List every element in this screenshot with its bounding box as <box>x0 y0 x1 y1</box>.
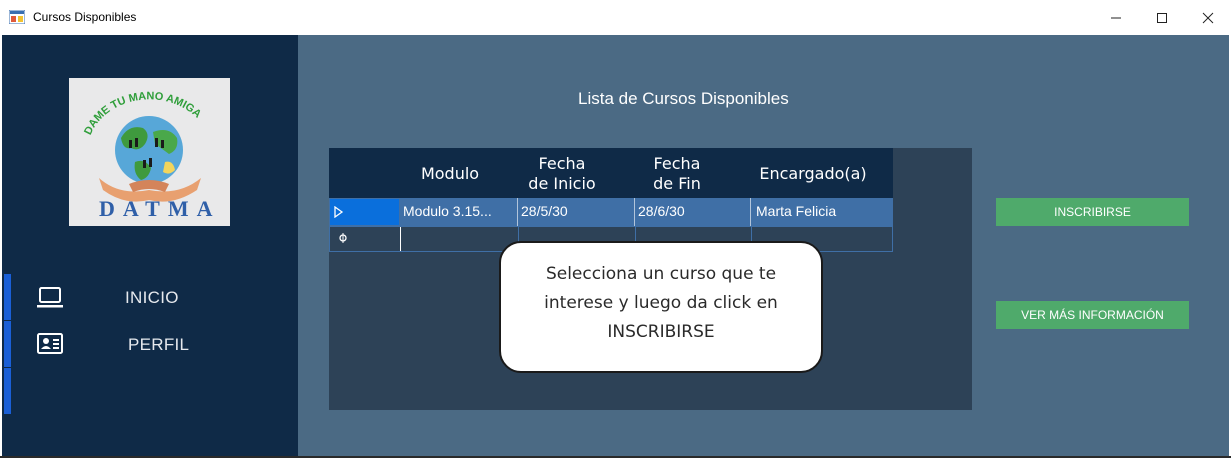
sidebar-item-inicio[interactable]: INICIO <box>2 274 298 320</box>
sidebar: DAME TU MANO AMIGA DATMA INICIO PERFIL <box>2 35 298 456</box>
enroll-button[interactable]: INSCRIBIRSE <box>996 198 1189 226</box>
logo-graphic: DAME TU MANO AMIGA DATMA <box>82 90 220 221</box>
client-area: DAME TU MANO AMIGA DATMA INICIO PERFIL L… <box>2 35 1229 456</box>
nav-accent-bar <box>4 368 11 414</box>
sidebar-item-perfil[interactable]: PERFIL <box>2 321 298 367</box>
more-info-button[interactable]: VER MÁS INFORMACIÓN <box>996 301 1189 329</box>
column-header-fecha-fin[interactable]: Fecha de Fin <box>630 154 724 194</box>
column-header-fecha-inicio[interactable]: Fecha de Inicio <box>513 154 611 194</box>
column-header-modulo[interactable]: Modulo <box>401 164 499 184</box>
row-header-new[interactable] <box>330 227 401 251</box>
column-header-encargado[interactable]: Encargado(a) <box>733 164 893 184</box>
maximize-button[interactable] <box>1139 0 1185 35</box>
new-row-icon <box>339 233 347 243</box>
datma-logo: DAME TU MANO AMIGA DATMA <box>69 78 230 226</box>
sidebar-item-blank[interactable] <box>2 368 298 414</box>
nav-accent-bar <box>4 321 11 367</box>
logo-bottom-text: DATMA <box>99 196 220 221</box>
window-title: Cursos Disponibles <box>33 10 137 24</box>
minimize-button[interactable] <box>1093 0 1139 35</box>
cell-fecha-inicio[interactable]: 28/5/30 <box>521 198 629 226</box>
title-bar: Cursos Disponibles <box>0 0 1231 35</box>
close-icon <box>1202 12 1214 23</box>
app-icon <box>9 10 25 24</box>
laptop-icon <box>37 287 63 308</box>
close-button[interactable] <box>1185 0 1231 35</box>
minimize-icon <box>1111 17 1121 18</box>
table-row[interactable]: Modulo 3.15... 28/5/30 28/6/30 Marta Fel… <box>329 198 893 226</box>
row-header-selected[interactable] <box>330 199 399 225</box>
cell-modulo[interactable]: Modulo 3.15... <box>403 198 515 226</box>
cell-fecha-fin[interactable]: 28/6/30 <box>638 198 738 226</box>
cell-encargado[interactable]: Marta Felicia <box>756 198 891 226</box>
page-title: Lista de Cursos Disponibles <box>578 89 789 108</box>
nav-accent-bar <box>4 274 11 320</box>
id-card-icon <box>37 333 63 354</box>
maximize-icon <box>1157 12 1167 23</box>
grid-header: Modulo Fecha de Inicio Fecha de Fin Enca… <box>329 148 893 198</box>
instruction-tooltip: Selecciona un curso que te interese y lu… <box>499 241 823 373</box>
sidebar-item-label: INICIO <box>125 288 179 307</box>
current-row-arrow-icon <box>334 206 344 218</box>
sidebar-item-label: PERFIL <box>128 335 190 354</box>
